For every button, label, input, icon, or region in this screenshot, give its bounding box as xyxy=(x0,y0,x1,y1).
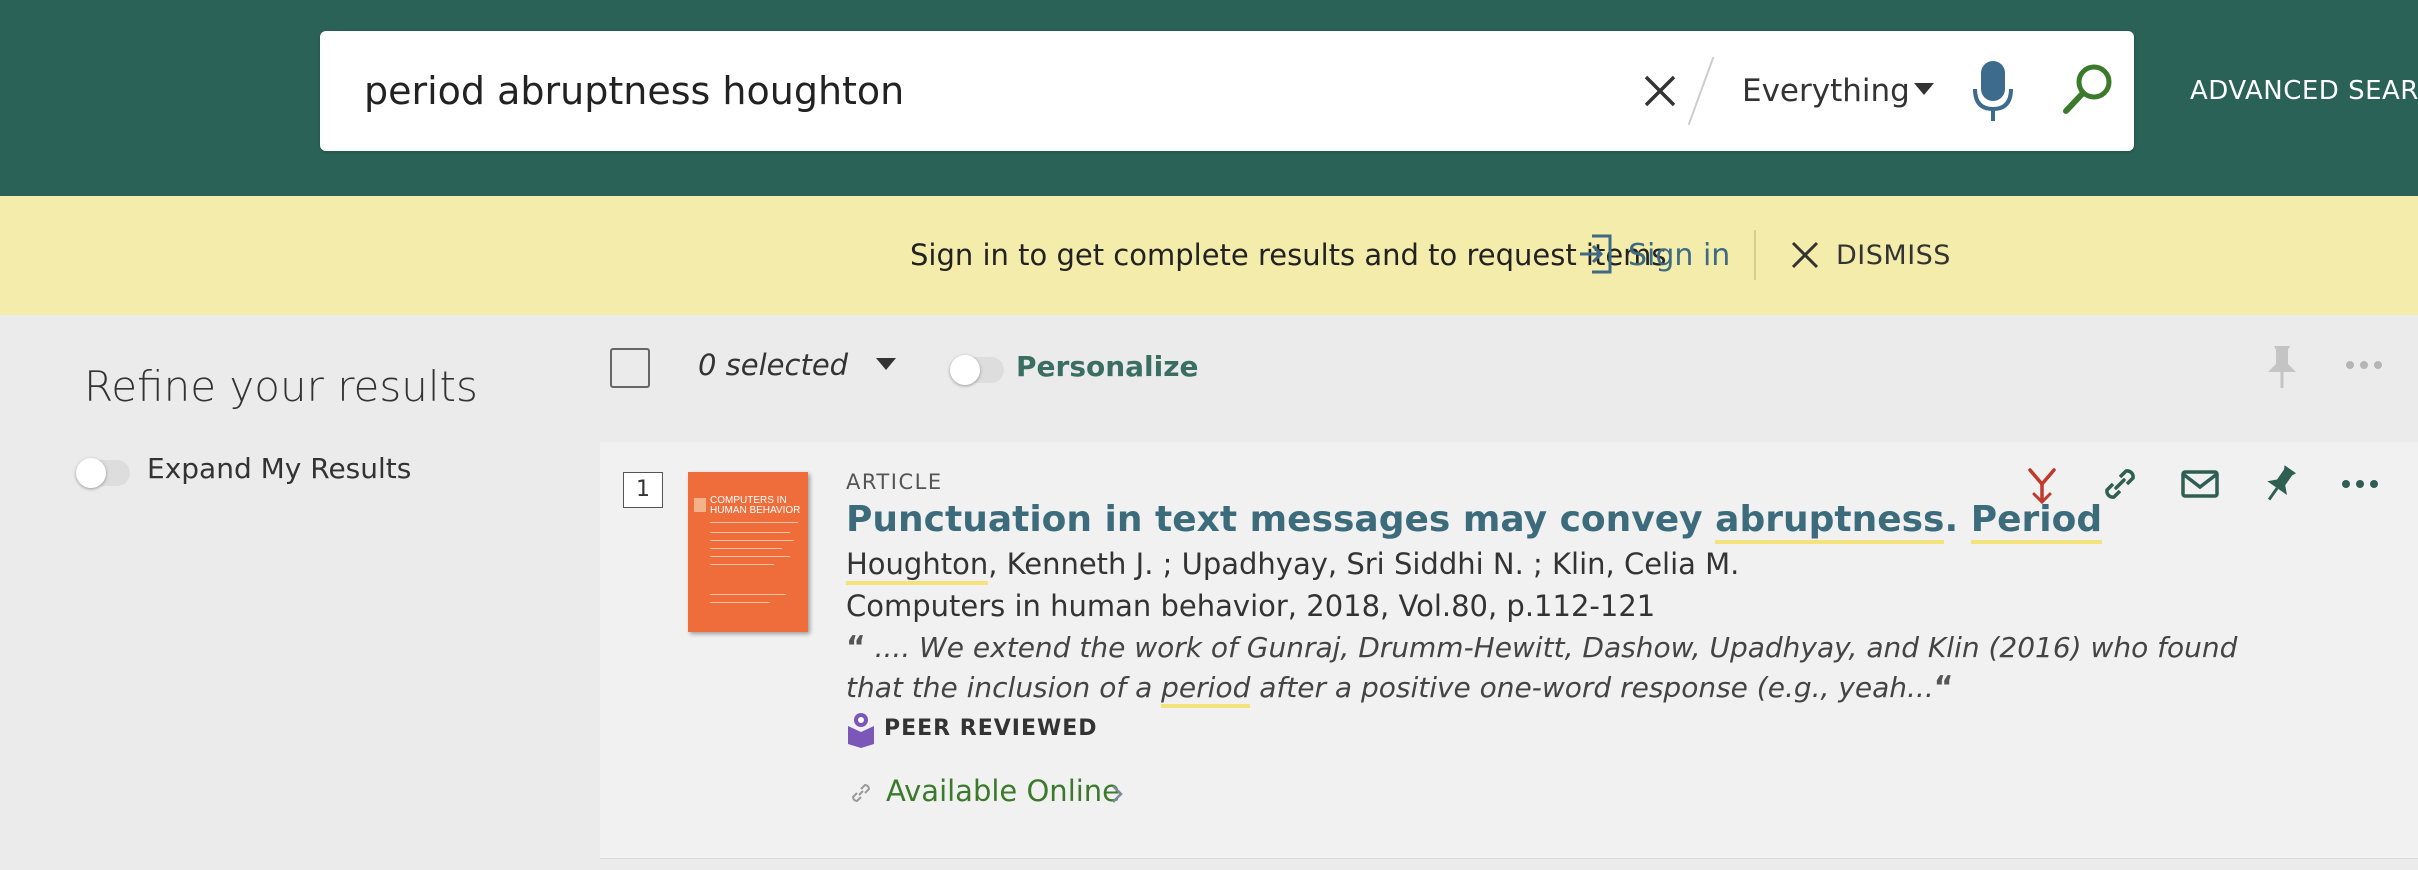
advanced-search-link[interactable]: ADVANCED SEARCH xyxy=(2190,0,2418,182)
search-input[interactable]: period abruptness houghton xyxy=(364,31,904,151)
expand-results-label[interactable]: Expand My Results xyxy=(147,452,411,485)
result-source: Computers in human behavior, 2018, Vol.8… xyxy=(846,589,1656,623)
personalize-toggle[interactable] xyxy=(950,355,1004,385)
scope-caret-icon[interactable] xyxy=(1914,83,1934,95)
sign-in-link[interactable]: Sign in xyxy=(1628,196,1730,315)
email-icon[interactable] xyxy=(2178,462,2222,506)
result-snippet: “ .... We extend the work of Gunraj, Dru… xyxy=(846,628,2286,708)
search-divider xyxy=(1687,56,1715,126)
availability-link[interactable]: Available Online xyxy=(886,774,1120,808)
open-quote-icon: “ xyxy=(846,630,866,665)
cover-thumbnail[interactable]: COMPUTERS IN HUMAN BEHAVIOR xyxy=(688,472,808,632)
citation-trail-icon[interactable] xyxy=(2020,462,2064,506)
close-icon[interactable] xyxy=(1790,240,1820,270)
publisher-logo xyxy=(694,498,706,512)
cover-title: COMPUTERS IN HUMAN BEHAVIOR xyxy=(710,495,801,516)
select-all-checkbox[interactable] xyxy=(610,348,650,388)
microphone-icon[interactable] xyxy=(1970,59,2016,125)
peer-reviewed-label: PEER REVIEWED xyxy=(884,716,1098,741)
sign-in-icon[interactable] xyxy=(1578,232,1614,276)
sign-in-banner: Sign in to get complete results and to r… xyxy=(0,196,2418,315)
refine-results-title: Refine your results xyxy=(84,362,478,411)
search-icon[interactable] xyxy=(2060,61,2116,117)
link-icon xyxy=(851,783,871,803)
selection-dropdown-icon[interactable] xyxy=(876,358,896,370)
permalink-icon[interactable] xyxy=(2098,462,2142,506)
peer-reviewed-icon xyxy=(848,713,874,748)
expand-results-toggle[interactable] xyxy=(76,458,130,488)
more-options-icon[interactable] xyxy=(2344,358,2384,372)
search-box[interactable]: period abruptness houghton Everything xyxy=(320,31,2134,151)
pin-icon[interactable] xyxy=(2264,344,2300,390)
pin-record-icon[interactable] xyxy=(2258,462,2302,506)
close-quote-icon: “ xyxy=(1933,670,1954,705)
banner-message: Sign in to get complete results and to r… xyxy=(910,238,1667,272)
result-title-link[interactable]: Punctuation in text messages may convey … xyxy=(846,496,2296,544)
selected-count: 0 selected xyxy=(698,348,849,382)
result-more-options-icon[interactable] xyxy=(2338,462,2382,506)
banner-divider xyxy=(1754,230,1756,280)
result-number: 1 xyxy=(623,472,663,508)
clear-search-icon[interactable] xyxy=(1640,71,1680,111)
dismiss-button[interactable]: DISMISS xyxy=(1836,196,1951,315)
document-type: ARTICLE xyxy=(846,470,943,494)
scope-select[interactable]: Everything xyxy=(1742,31,1910,151)
chevron-right-icon[interactable] xyxy=(1110,782,1124,806)
personalize-label[interactable]: Personalize xyxy=(1016,350,1199,383)
result-authors: Houghton, Kenneth J. ; Upadhyay, Sri Sid… xyxy=(846,542,1739,586)
